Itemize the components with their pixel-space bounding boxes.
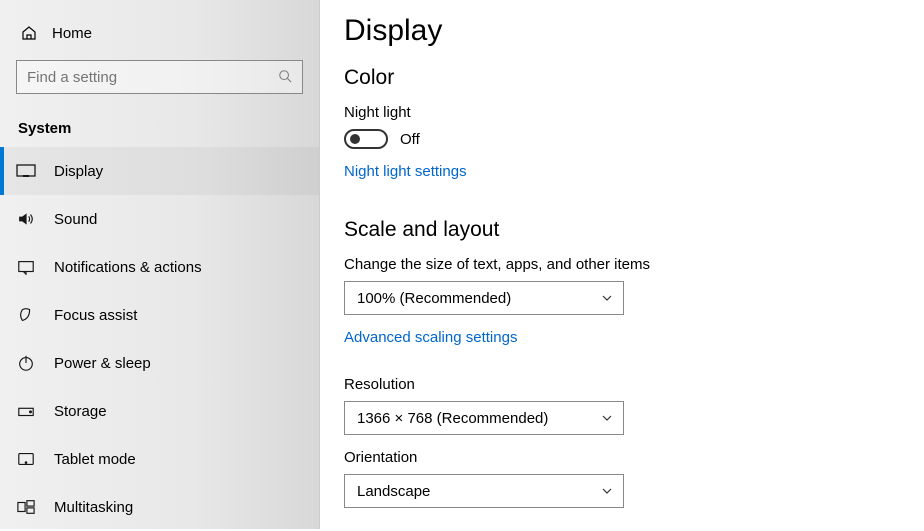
display-icon xyxy=(16,161,36,181)
sidebar-item-label: Multitasking xyxy=(54,499,133,516)
chevron-down-icon xyxy=(601,485,613,497)
sidebar-item-label: Focus assist xyxy=(54,307,137,324)
power-icon xyxy=(16,353,36,373)
sidebar-item-label: Notifications & actions xyxy=(54,259,202,276)
storage-icon xyxy=(16,401,36,421)
orientation-value: Landscape xyxy=(357,483,430,500)
focus-assist-icon xyxy=(16,305,36,325)
sidebar-item-label: Tablet mode xyxy=(54,451,136,468)
search-box[interactable] xyxy=(16,60,303,94)
search-wrap xyxy=(0,48,319,102)
sidebar-item-display[interactable]: Display xyxy=(0,147,319,195)
sidebar-item-tablet-mode[interactable]: Tablet mode xyxy=(0,435,319,483)
home-nav[interactable]: Home xyxy=(0,18,319,48)
scale-value: 100% (Recommended) xyxy=(357,290,511,307)
orientation-dropdown[interactable]: Landscape xyxy=(344,474,624,508)
resolution-value: 1366 × 768 (Recommended) xyxy=(357,410,548,427)
color-heading: Color xyxy=(344,66,924,90)
night-light-toggle[interactable] xyxy=(344,129,388,149)
sidebar: Home System Display Sound Notifications … xyxy=(0,0,320,529)
chevron-down-icon xyxy=(601,292,613,304)
sound-icon xyxy=(16,209,36,229)
night-light-state: Off xyxy=(400,131,420,148)
home-icon xyxy=(20,24,38,42)
toggle-knob xyxy=(350,134,360,144)
main-content: Display Color Night light Off Night ligh… xyxy=(320,0,924,529)
sidebar-item-label: Sound xyxy=(54,211,97,228)
page-title: Display xyxy=(344,14,924,48)
search-icon xyxy=(278,69,294,85)
sidebar-item-sound[interactable]: Sound xyxy=(0,195,319,243)
notifications-icon xyxy=(16,257,36,277)
sidebar-item-notifications[interactable]: Notifications & actions xyxy=(0,243,319,291)
sidebar-item-power-sleep[interactable]: Power & sleep xyxy=(0,339,319,387)
night-light-toggle-row: Off xyxy=(344,129,924,149)
night-light-label: Night light xyxy=(344,104,924,121)
sidebar-item-storage[interactable]: Storage xyxy=(0,387,319,435)
scale-layout-section: Scale and layout Change the size of text… xyxy=(344,218,924,508)
orientation-label: Orientation xyxy=(344,449,924,466)
sidebar-item-label: Power & sleep xyxy=(54,355,151,372)
resolution-label: Resolution xyxy=(344,376,924,393)
night-light-settings-link[interactable]: Night light settings xyxy=(344,163,467,180)
scale-heading: Scale and layout xyxy=(344,218,924,242)
chevron-down-icon xyxy=(601,412,613,424)
sidebar-item-multitasking[interactable]: Multitasking xyxy=(0,483,319,531)
sidebar-item-focus-assist[interactable]: Focus assist xyxy=(0,291,319,339)
search-input[interactable] xyxy=(27,69,278,86)
sidebar-item-label: Display xyxy=(54,163,103,180)
sidebar-section-title: System xyxy=(0,102,319,147)
home-label: Home xyxy=(52,25,92,42)
scale-dropdown[interactable]: 100% (Recommended) xyxy=(344,281,624,315)
color-section: Color Night light Off Night light settin… xyxy=(344,66,924,200)
resolution-dropdown[interactable]: 1366 × 768 (Recommended) xyxy=(344,401,624,435)
multitasking-icon xyxy=(16,497,36,517)
sidebar-item-label: Storage xyxy=(54,403,107,420)
nav-list: Display Sound Notifications & actions Fo… xyxy=(0,147,319,531)
scale-label: Change the size of text, apps, and other… xyxy=(344,256,924,273)
tablet-icon xyxy=(16,449,36,469)
advanced-scaling-link[interactable]: Advanced scaling settings xyxy=(344,329,517,346)
